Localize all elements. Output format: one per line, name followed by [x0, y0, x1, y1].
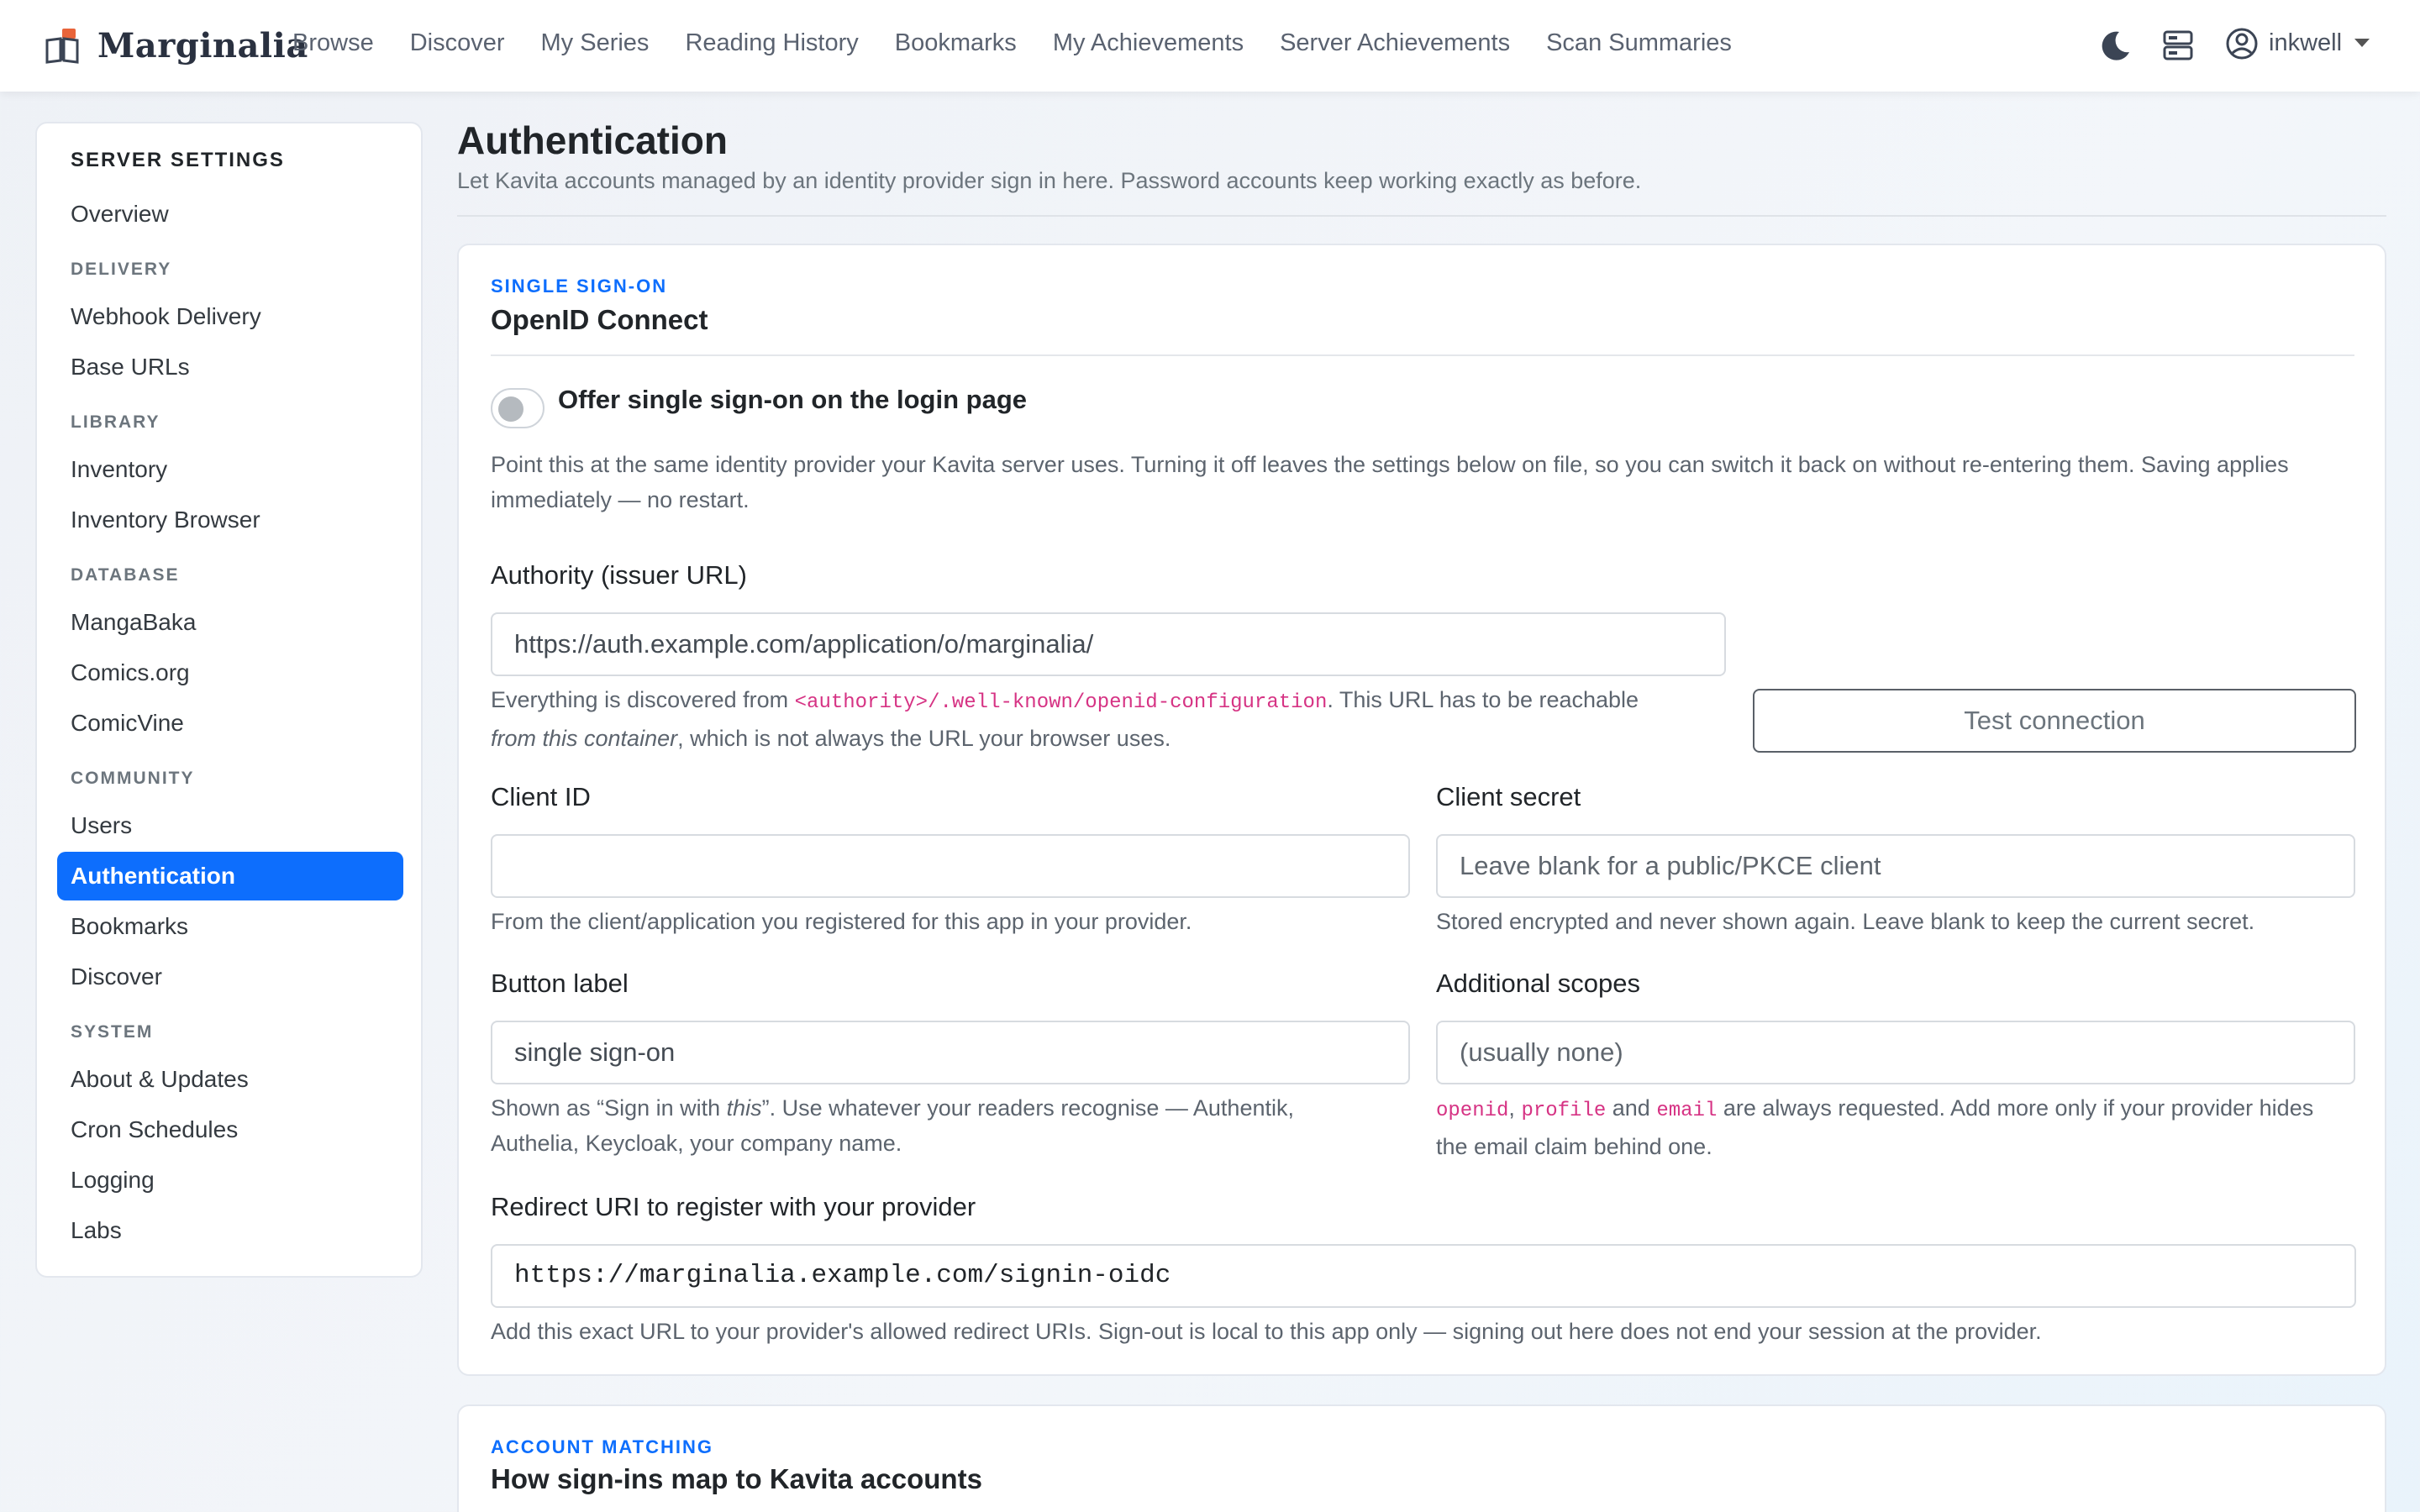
moon-icon[interactable] [2096, 27, 2133, 64]
top-navbar: Marginalia Browse Discover My Series Rea… [0, 0, 2420, 92]
discovery-path-code: <authority>/.well-known/openid-configura… [794, 691, 1328, 714]
sidebar-item-comics-org[interactable]: Comics.org [71, 656, 190, 690]
authority-label: Authority (issuer URL) [491, 560, 747, 590]
redirect-uri-help: Add this exact URL to your provider's al… [491, 1319, 2042, 1344]
scopes-help: openid, profile and email are always req… [1436, 1095, 2314, 1159]
matching-card-title: How sign-ins map to Kavita accounts [491, 1463, 982, 1494]
scopes-input[interactable]: (usually none) [1436, 1021, 2355, 1084]
sidebar-item-overview[interactable]: Overview [71, 197, 169, 231]
nav-bookmarks[interactable]: Bookmarks [895, 25, 1017, 60]
sidebar-section-delivery: DELIVERY [71, 260, 172, 279]
sidebar-section-community: COMMUNITY [71, 769, 195, 788]
nav-browse[interactable]: Browse [292, 25, 374, 60]
sidebar-item-labs[interactable]: Labs [71, 1214, 122, 1247]
user-circle-icon[interactable] [2225, 27, 2259, 60]
client-secret-label: Client secret [1436, 782, 1581, 811]
button-label-help: Shown as “Sign in with this”. Use whatev… [491, 1095, 1294, 1156]
client-id-help: From the client/application you register… [491, 909, 1192, 934]
sidebar-item-cron-schedules[interactable]: Cron Schedules [71, 1113, 238, 1147]
client-secret-help: Stored encrypted and never shown again. … [1436, 909, 2255, 934]
sso-toggle-switch[interactable] [491, 388, 544, 428]
scopes-label: Additional scopes [1436, 969, 1640, 998]
nav-scan-summaries[interactable]: Scan Summaries [1546, 25, 1732, 60]
title-divider [457, 215, 2386, 217]
sidebar-section-library: LIBRARY [71, 412, 160, 432]
sidebar-item-base-urls[interactable]: Base URLs [71, 350, 190, 384]
user-menu-name[interactable]: inkwell [2269, 25, 2342, 60]
sidebar-item-bookmarks[interactable]: Bookmarks [71, 910, 188, 943]
sidebar-item-about-updates[interactable]: About & Updates [71, 1063, 249, 1096]
chevron-down-icon[interactable] [2354, 39, 2370, 47]
sidebar-item-comicvine[interactable]: ComicVine [71, 706, 184, 740]
button-label-input[interactable]: single sign-on [491, 1021, 1410, 1084]
sidebar-item-inventory-browser[interactable]: Inventory Browser [71, 503, 260, 537]
brand[interactable]: Marginalia [44, 24, 308, 67]
server-icon[interactable] [2162, 29, 2194, 62]
authority-input[interactable]: https://auth.example.com/application/o/m… [491, 612, 1726, 676]
nav-reading-history[interactable]: Reading History [685, 25, 858, 60]
authority-help: Everything is discovered from <authority… [491, 687, 1639, 751]
sidebar-item-users[interactable]: Users [71, 809, 132, 843]
button-label-label: Button label [491, 969, 629, 998]
redirect-uri-input[interactable]: https://marginalia.example.com/signin-oi… [491, 1244, 2356, 1308]
nav-server-achievements[interactable]: Server Achievements [1280, 25, 1510, 60]
settings-sidebar: SERVER SETTINGS Overview DELIVERY Webhoo… [35, 122, 423, 1278]
sidebar-item-mangabaka[interactable]: MangaBaka [71, 606, 196, 639]
sidebar-heading: SERVER SETTINGS [71, 149, 285, 171]
sso-toggle-label: Offer single sign-on on the login page [558, 385, 1027, 414]
sidebar-item-inventory[interactable]: Inventory [71, 453, 167, 486]
sidebar-item-discover[interactable]: Discover [71, 960, 162, 994]
nav-discover[interactable]: Discover [410, 25, 505, 60]
page-title: Authentication [457, 118, 728, 162]
toggle-knob [498, 396, 523, 422]
account-matching-card: ACCOUNT MATCHING How sign-ins map to Kav… [457, 1404, 2386, 1512]
oidc-card-divider [491, 354, 2354, 356]
page-subtitle: Let Kavita accounts managed by an identi… [457, 168, 1642, 193]
nav-my-achievements[interactable]: My Achievements [1053, 25, 1244, 60]
sidebar-section-system: SYSTEM [71, 1022, 154, 1042]
nav-my-series[interactable]: My Series [541, 25, 650, 60]
test-connection-button[interactable]: Test connection [1753, 689, 2356, 753]
sidebar-item-webhook-delivery[interactable]: Webhook Delivery [71, 300, 261, 333]
redirect-uri-label: Redirect URI to register with your provi… [491, 1192, 976, 1221]
book-icon [45, 29, 79, 64]
sidebar-item-logging[interactable]: Logging [71, 1163, 155, 1197]
oidc-card-title: OpenID Connect [491, 304, 708, 335]
nav-links: Browse Discover My Series Reading Histor… [292, 25, 1768, 60]
oidc-card-kicker: SINGLE SIGN-ON [491, 276, 668, 297]
client-id-input[interactable] [491, 834, 1410, 898]
sidebar-item-authentication[interactable]: Authentication [57, 852, 403, 900]
matching-card-kicker: ACCOUNT MATCHING [491, 1436, 714, 1457]
sidebar-section-database: DATABASE [71, 565, 180, 585]
oidc-card: SINGLE SIGN-ON OpenID Connect Offer sing… [457, 244, 2386, 1376]
oidc-description: Point this at the same identity provider… [491, 452, 2289, 512]
client-secret-input[interactable]: Leave blank for a public/PKCE client [1436, 834, 2355, 898]
client-id-label: Client ID [491, 782, 591, 811]
brand-name: Marginalia [97, 25, 308, 66]
